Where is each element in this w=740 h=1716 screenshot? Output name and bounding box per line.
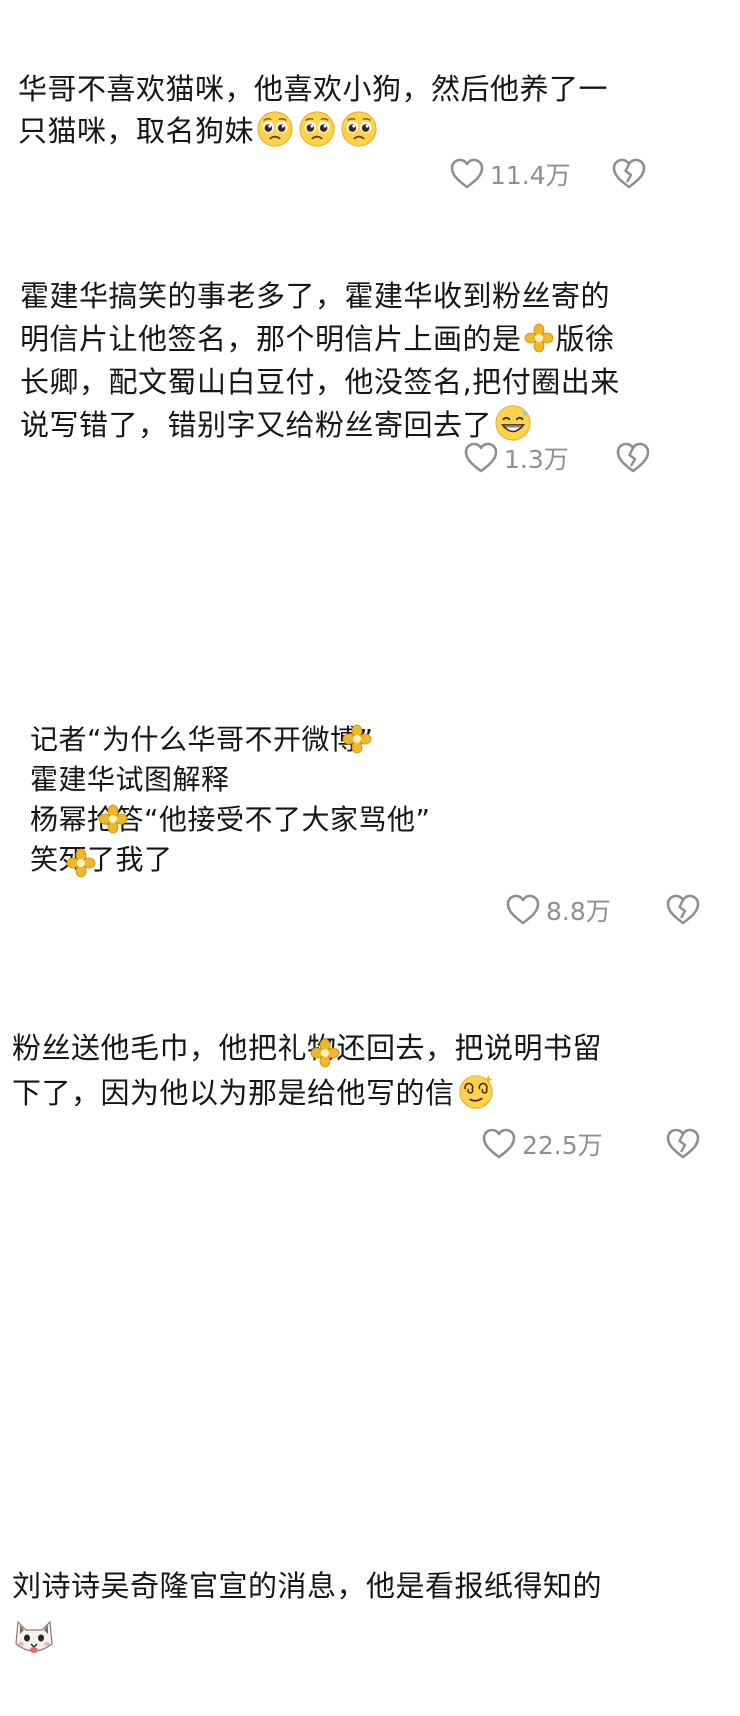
comment-1-line-2: 只猫咪，取名狗妹 [18, 110, 608, 152]
flower-sticker-icon [342, 724, 372, 754]
dizzy-face-icon [457, 1072, 495, 1110]
flower-sticker-icon [66, 848, 96, 878]
comment-4-like-count: 22.5万 [522, 1131, 603, 1160]
comment-2-actions: 1.3万 [464, 440, 704, 476]
flower-sticker-icon [524, 323, 554, 353]
flower-sticker-icon [98, 804, 128, 834]
comment-4-like-button[interactable]: 22.5万 [482, 1126, 603, 1162]
comment-1-text: 华哥不喜欢猫咪，他喜欢小狗，然后他养了一 只猫咪，取名狗妹 [18, 68, 608, 152]
comment-1-like-button[interactable]: 11.4万 [450, 156, 571, 192]
comment-3-line-3: 杨幂抢答“他接受不了大家骂他” [30, 803, 431, 836]
heart-icon [482, 1128, 516, 1160]
comment-3-line-2: 霍建华试图解释 [30, 763, 230, 796]
broken-heart-icon [616, 442, 650, 474]
comment-3-like-button[interactable]: 8.8万 [506, 892, 611, 928]
comment-5-text: 刘诗诗吴奇隆官宣的消息，他是看报纸得知的 [12, 1565, 602, 1607]
comment-4-line-1: 粉丝送他毛巾，他把礼物还回去，把说明书留 [12, 1031, 603, 1065]
pleading-face-icon [256, 110, 294, 148]
heart-icon [450, 158, 484, 190]
comment-5-line-1: 刘诗诗吴奇隆官宣的消息，他是看报纸得知的 [12, 1569, 603, 1603]
pleading-face-icon [298, 110, 336, 148]
comment-2-dislike-button[interactable] [616, 442, 650, 474]
broken-heart-icon [612, 158, 646, 190]
comment-2-like-button[interactable]: 1.3万 [464, 440, 569, 476]
comment-2-line-3: 长卿，配文蜀山白豆付，他没签名,把付圈出来 [20, 365, 620, 399]
comment-2-line-4-text: 说写错了，错别字又给粉丝寄回去了 [20, 408, 493, 442]
comment-2-line-2-tail: 版徐 [555, 322, 615, 356]
comment-2-line-1: 霍建华搞笑的事老多了，霍建华收到粉丝寄的 [20, 279, 611, 313]
comment-3-like-count: 8.8万 [546, 897, 611, 926]
broken-heart-icon [666, 1128, 700, 1160]
comment-1-like-count: 11.4万 [490, 161, 571, 190]
comment-1-line-1: 华哥不喜欢猫咪，他喜欢小狗，然后他养了一 [18, 72, 609, 106]
comment-1-dislike-button[interactable] [612, 158, 646, 190]
comment-1-line-2-text: 只猫咪，取名狗妹 [18, 114, 255, 148]
comment-3-actions: 8.8万 [506, 892, 726, 928]
comment-2-line-2-text: 明信片让他签名，那个明信片上画的是 [20, 322, 522, 356]
comment-2-line-2: 明信片让他签名，那个明信片上画的是 版徐 [20, 318, 620, 361]
comment-3-dislike-button[interactable] [666, 894, 700, 926]
cat-face-icon [15, 1620, 53, 1653]
comment-4-actions: 22.5万 [482, 1126, 702, 1162]
comment-4-line-2-text: 下了，因为他以为那是给他写的信 [12, 1076, 455, 1110]
comment-4-text: 粉丝送他毛巾，他把礼物还回去，把说明书留 下了，因为他以为那是给他写的信 [12, 1026, 602, 1116]
comment-2-like-count: 1.3万 [504, 445, 569, 474]
comment-1-actions: 11.4万 [450, 156, 690, 192]
comment-4-dislike-button[interactable] [666, 1128, 700, 1160]
heart-icon [506, 894, 540, 926]
grinning-sweat-face-icon [494, 404, 532, 442]
heart-icon [464, 442, 498, 474]
pleading-face-icon [340, 110, 378, 148]
comment-4-line-2: 下了，因为他以为那是给他写的信 [12, 1071, 602, 1116]
comment-2-text: 霍建华搞笑的事老多了，霍建华收到粉丝寄的 明信片让他签名，那个明信片上画的是 版徐… [20, 275, 620, 447]
flower-sticker-icon [310, 1038, 340, 1068]
broken-heart-icon [666, 894, 700, 926]
